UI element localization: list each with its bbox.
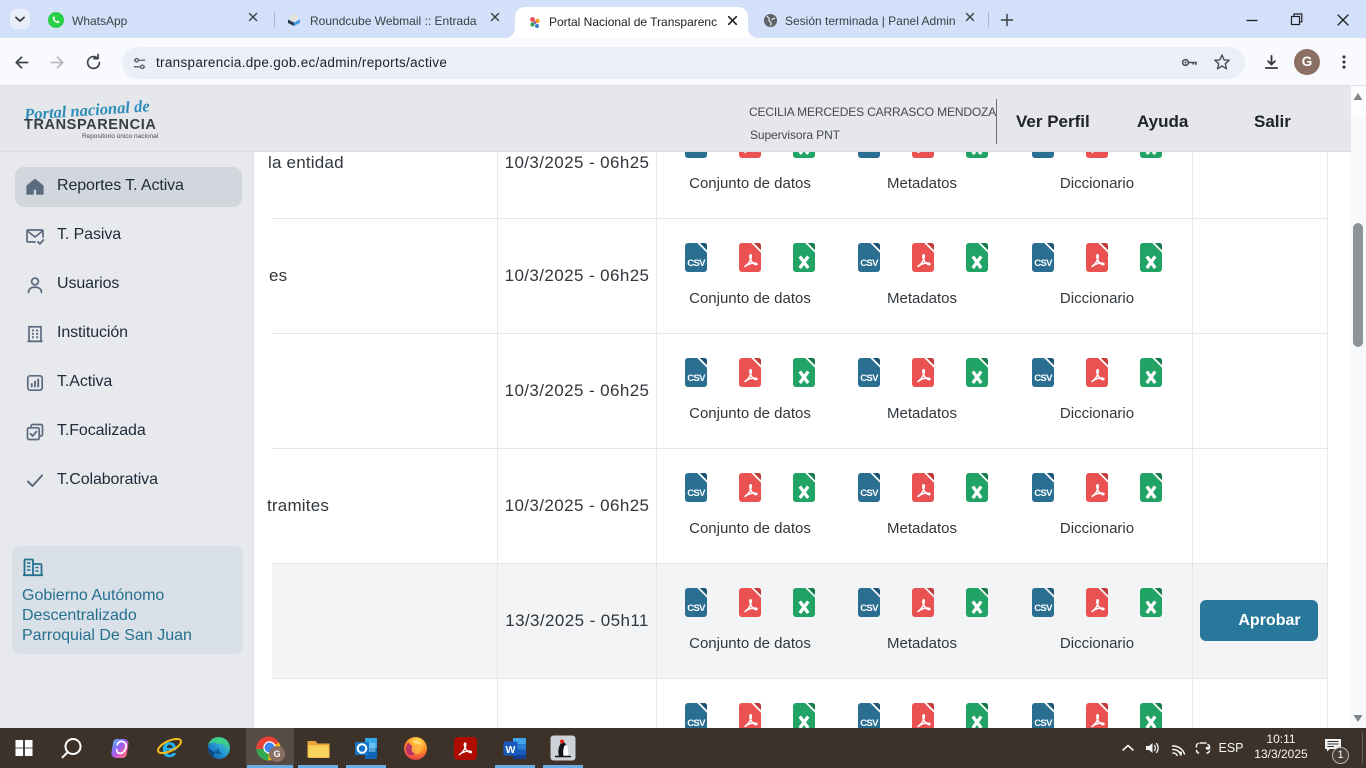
svg-text:CSV: CSV [687,373,706,384]
svg-text:CSV: CSV [1034,488,1053,499]
svg-text:CSV: CSV [860,603,879,614]
svg-text:W: W [505,744,515,756]
svg-text:CSV: CSV [860,258,879,269]
svg-text:CSV: CSV [860,488,879,499]
svg-text:CSV: CSV [687,258,706,269]
svg-text:CSV: CSV [687,603,706,614]
svg-text:CSV: CSV [687,488,706,499]
svg-text:CSV: CSV [1034,258,1053,269]
svg-text:CSV: CSV [1034,603,1053,614]
svg-text:CSV: CSV [1034,373,1053,384]
svg-text:CSV: CSV [860,373,879,384]
